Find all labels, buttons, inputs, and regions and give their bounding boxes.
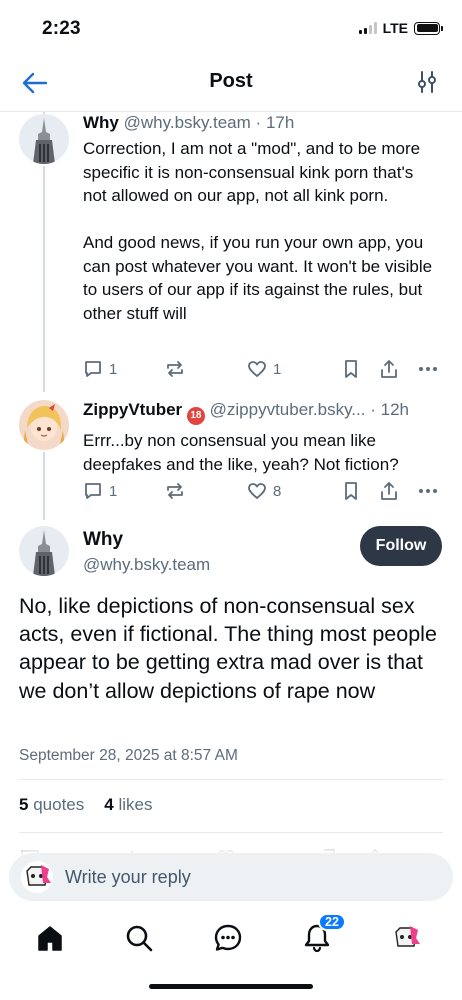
share-icon xyxy=(381,360,397,378)
post-age: 12h xyxy=(380,400,409,419)
like-button[interactable]: 1 xyxy=(247,357,281,381)
separator: · xyxy=(255,113,262,132)
post-actions: 1 1 xyxy=(83,357,439,381)
post-date: September 28, 2025 at 8:57 AM xyxy=(19,747,238,764)
reply-icon xyxy=(85,483,101,499)
more-icon xyxy=(419,489,437,493)
avatar[interactable] xyxy=(19,400,69,450)
header: Post xyxy=(0,56,462,112)
share-button[interactable] xyxy=(379,357,399,381)
tab-home[interactable] xyxy=(33,921,67,955)
heart-icon xyxy=(248,483,266,499)
more-icon xyxy=(419,367,437,371)
heart-icon xyxy=(248,361,266,377)
reply-post[interactable]: ZippyVtuber 18 @zippyvtuber.bsky... · 12… xyxy=(83,400,440,476)
bookmark-icon xyxy=(345,360,357,378)
notification-badge: 22 xyxy=(318,913,346,931)
divider xyxy=(19,779,443,780)
likes-stat[interactable]: 4 likes xyxy=(104,795,152,815)
search-icon xyxy=(126,925,153,952)
avatar xyxy=(21,861,53,893)
page-title: Post xyxy=(209,70,253,92)
post-text: Errr...by non consensual you mean like d… xyxy=(83,431,399,474)
sliders-icon[interactable] xyxy=(416,70,438,94)
follow-button[interactable]: Follow xyxy=(360,526,442,566)
tab-chat[interactable] xyxy=(211,921,245,955)
post-text: Correction, I am not a "mod", and to be … xyxy=(83,139,433,323)
quotes-label: quotes xyxy=(33,795,85,814)
separator: · xyxy=(370,400,376,419)
divider xyxy=(19,832,443,833)
likes-label: likes xyxy=(118,795,153,814)
author-handle[interactable]: @why.bsky.team xyxy=(83,555,210,575)
profile-avatar xyxy=(391,923,421,953)
reply-icon xyxy=(85,361,101,377)
thread-line xyxy=(43,452,45,520)
repost-button[interactable] xyxy=(165,357,185,381)
post-text: No, like depictions of non-consensual se… xyxy=(19,594,437,703)
like-count: 8 xyxy=(273,482,282,500)
share-button[interactable] xyxy=(379,479,399,503)
signal-icon xyxy=(358,22,377,34)
author-handle[interactable]: @zippyvtuber.bsky... xyxy=(210,400,366,419)
reply-count: 1 xyxy=(109,360,118,378)
more-button[interactable] xyxy=(417,357,439,381)
repost-icon xyxy=(167,361,183,377)
more-button[interactable] xyxy=(417,479,439,503)
thread-line xyxy=(43,166,45,392)
avatar[interactable] xyxy=(19,114,69,164)
repost-icon xyxy=(167,483,183,499)
avatar[interactable] xyxy=(19,526,69,576)
reply-button[interactable]: 1 xyxy=(83,479,117,503)
post-actions: 1 8 xyxy=(83,479,439,503)
status-bar: 2:23 LTE xyxy=(0,0,462,56)
author-handle[interactable]: @why.bsky.team xyxy=(124,113,251,132)
author-name[interactable]: ZippyVtuber xyxy=(83,400,182,419)
like-count: 1 xyxy=(273,360,282,378)
bookmark-icon xyxy=(345,482,357,500)
share-icon xyxy=(381,482,397,500)
quotes-count: 5 xyxy=(19,795,29,814)
tab-profile[interactable] xyxy=(389,921,423,955)
tab-search[interactable] xyxy=(122,921,156,955)
adult-badge-label: 18 xyxy=(190,410,202,421)
reply-post[interactable]: Why @why.bsky.team · 17h Correction, I a… xyxy=(83,113,440,325)
home-indicator xyxy=(149,984,313,989)
network-label: LTE xyxy=(382,20,408,36)
reply-count: 1 xyxy=(109,482,118,500)
post-stats: 5 quotes 4 likes xyxy=(19,795,152,815)
repost-button[interactable] xyxy=(165,479,185,503)
reply-placeholder: Write your reply xyxy=(65,866,191,887)
reply-button[interactable]: 1 xyxy=(83,357,117,381)
post-age: 17h xyxy=(265,113,295,132)
quotes-stat[interactable]: 5 quotes xyxy=(19,795,84,815)
home-icon xyxy=(38,926,62,951)
adult-badge-icon: 18 xyxy=(186,407,205,425)
battery-icon xyxy=(414,21,443,35)
status-time: 2:23 xyxy=(42,18,81,39)
reply-composer[interactable]: Write your reply xyxy=(9,853,453,901)
chat-icon xyxy=(214,924,242,951)
bookmark-button[interactable] xyxy=(341,479,361,503)
bookmark-button[interactable] xyxy=(341,357,361,381)
author-name[interactable]: Why xyxy=(83,529,123,551)
author-name[interactable]: Why xyxy=(83,113,119,132)
likes-count: 4 xyxy=(104,795,114,814)
like-button[interactable]: 8 xyxy=(247,479,281,503)
